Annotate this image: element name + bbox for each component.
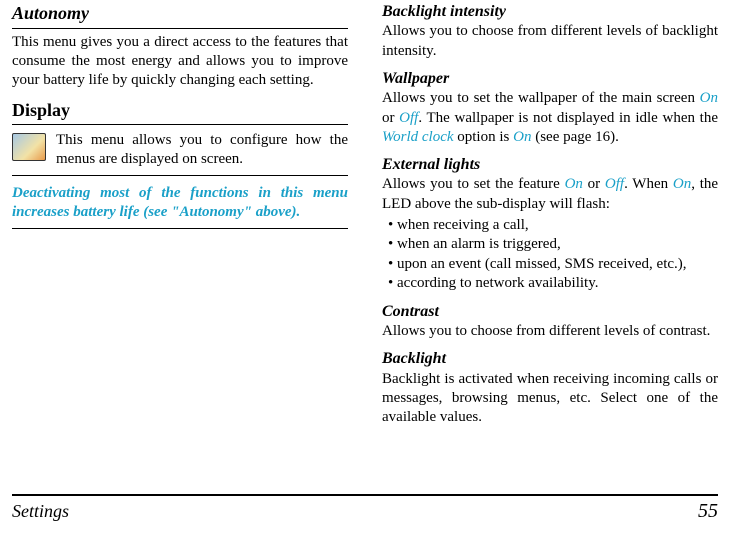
section-backlight-intensity: Backlight intensity Allows you to choose… (382, 2, 718, 61)
heading-backlight-intensity: Backlight intensity (382, 2, 718, 22)
list-item: according to network availability. (388, 274, 718, 294)
section-external-lights: External lights Allows you to set the fe… (382, 155, 718, 294)
left-column: Autonomy This menu gives you a direct ac… (12, 2, 348, 435)
rule (12, 28, 348, 29)
external-lights-list: when receiving a call, when an alarm is … (382, 216, 718, 294)
backlight-intensity-body: Allows you to choose from different leve… (382, 22, 718, 60)
heading-backlight: Backlight (382, 349, 718, 369)
link-on: On (700, 90, 718, 106)
list-item: upon an event (call missed, SMS received… (388, 255, 718, 275)
backlight-body: Backlight is activated when receiving in… (382, 370, 718, 428)
display-callout: This menu allows you to configure how th… (12, 124, 348, 176)
right-column: Backlight intensity Allows you to choose… (382, 2, 718, 435)
link-world-clock: World clock (382, 129, 454, 145)
wallpaper-body: Allows you to set the wallpaper of the m… (382, 89, 718, 147)
ext-on: On (565, 176, 583, 192)
section-contrast: Contrast Allows you to choose from diffe… (382, 302, 718, 342)
heading-wallpaper: Wallpaper (382, 69, 718, 89)
link-off: Off (399, 110, 418, 126)
section-backlight: Backlight Backlight is activated when re… (382, 349, 718, 427)
list-item: when receiving a call, (388, 216, 718, 236)
ext-off: Off (605, 176, 624, 192)
link-on-2: On (513, 129, 531, 145)
heading-autonomy: Autonomy (12, 2, 348, 25)
heading-contrast: Contrast (382, 302, 718, 322)
contrast-body: Allows you to choose from different leve… (382, 322, 718, 341)
heading-display: Display (12, 99, 348, 122)
footer-page-number: 55 (698, 500, 718, 523)
heading-external-lights: External lights (382, 155, 718, 175)
autonomy-body: This menu gives you a direct access to t… (12, 33, 348, 91)
ext-on-2: On (673, 176, 691, 192)
display-note: Deactivating most of the functions in th… (12, 180, 348, 229)
list-item: when an alarm is triggered, (388, 235, 718, 255)
page-footer: Settings 55 (12, 494, 718, 523)
display-icon (12, 133, 46, 161)
display-callout-text: This menu allows you to configure how th… (56, 131, 348, 169)
section-wallpaper: Wallpaper Allows you to set the wallpape… (382, 69, 718, 147)
external-lights-body: Allows you to set the feature On or Off.… (382, 175, 718, 213)
footer-section: Settings (12, 501, 69, 522)
